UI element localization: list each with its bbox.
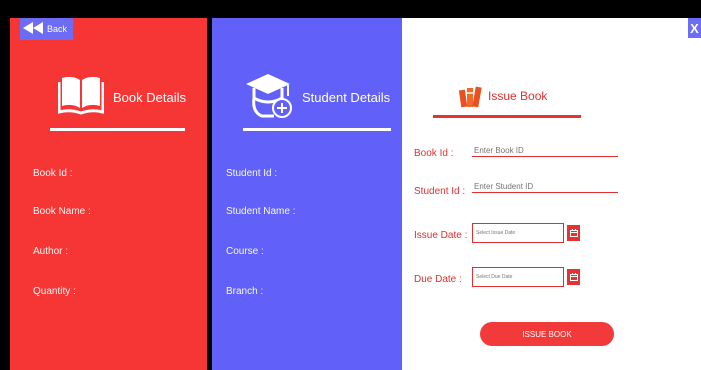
book-details-panel [10, 18, 207, 370]
app-window: Back X Book Details Book Id : Book Name … [0, 0, 701, 370]
double-left-arrow-icon [23, 22, 43, 36]
book-id-input[interactable] [472, 144, 618, 157]
close-icon: X [690, 20, 699, 36]
book-details-divider [50, 128, 185, 131]
issue-date-picker-button[interactable] [567, 225, 580, 241]
graduate-add-icon [244, 72, 296, 120]
author-label: Author : [33, 246, 69, 257]
student-details-heading: Student Details [302, 90, 391, 105]
back-button-label: Back [47, 24, 68, 34]
books-icon [458, 84, 482, 108]
book-name-label: Book Name : [33, 206, 91, 217]
back-button[interactable]: Back [20, 18, 73, 40]
issue-book-id-label: Book Id : [414, 148, 454, 159]
quantity-label: Quantity : [33, 286, 76, 297]
issue-student-id-label: Student Id : [414, 186, 466, 197]
calendar-icon [569, 268, 578, 286]
issue-book-heading: Issue Book [488, 89, 548, 103]
student-details-divider [243, 128, 391, 131]
issue-book-divider [433, 115, 581, 118]
issue-date-label: Issue Date : [414, 230, 468, 241]
student-details-panel [212, 18, 402, 370]
due-date-label: Due Date : [414, 274, 462, 285]
book-details-heading: Book Details [113, 90, 186, 105]
course-label: Course : [226, 246, 264, 257]
due-date-picker-button[interactable] [567, 269, 580, 285]
close-button[interactable]: X [688, 18, 701, 38]
branch-label: Branch : [226, 286, 264, 297]
book-id-label: Book Id : [33, 168, 73, 179]
open-book-icon [58, 72, 104, 116]
issue-book-button[interactable]: ISSUE BOOK [480, 322, 614, 346]
issue-date-input[interactable] [472, 223, 564, 243]
calendar-icon [569, 224, 578, 242]
student-id-input[interactable] [472, 180, 618, 193]
student-id-label: Student Id : [226, 168, 278, 179]
due-date-input[interactable] [472, 267, 564, 287]
student-name-label: Student Name : [226, 206, 296, 217]
